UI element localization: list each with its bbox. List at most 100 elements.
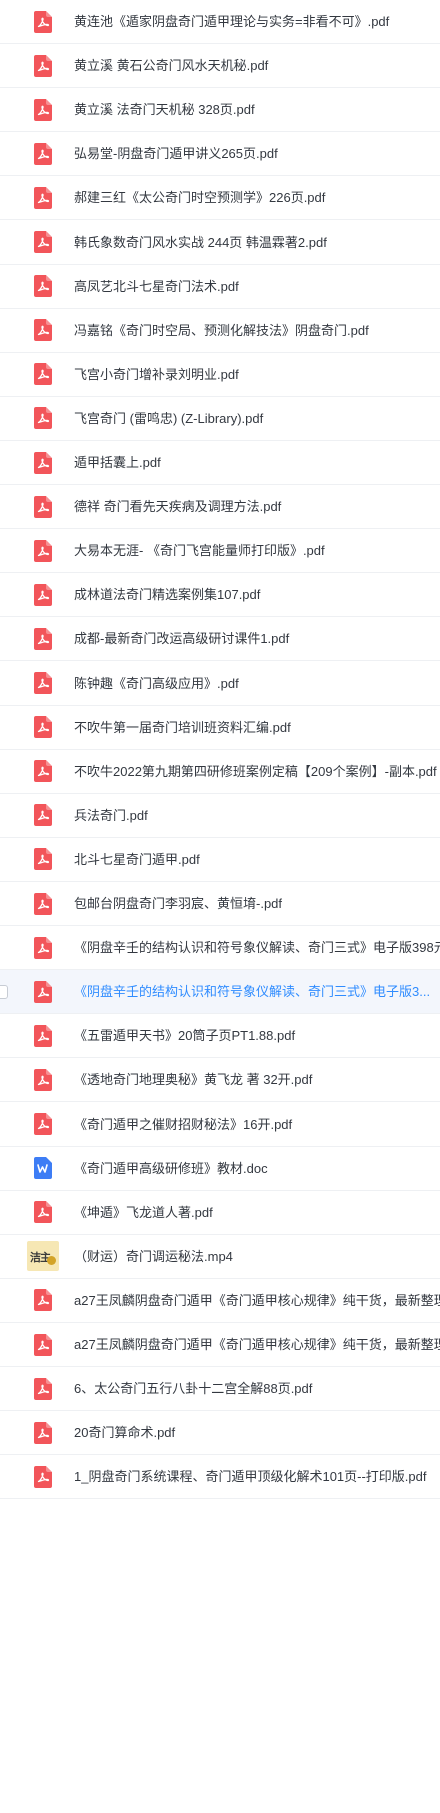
file-row[interactable]: 成林道法奇门精选案例集107.pdf bbox=[0, 573, 440, 618]
pdf-file-icon bbox=[34, 231, 52, 254]
pdf-file-icon bbox=[34, 1465, 52, 1488]
file-row[interactable]: 《坤遁》飞龙道人著.pdf bbox=[0, 1191, 440, 1235]
file-row[interactable]: 大易本无涯- 《奇门飞宫能量师打印版》.pdf bbox=[0, 529, 440, 574]
file-name[interactable]: 北斗七星奇门遁甲.pdf bbox=[74, 838, 200, 881]
file-name[interactable]: 《奇门遁甲之催财招财秘法》16开.pdf bbox=[74, 1103, 292, 1146]
file-name[interactable]: 遁甲括囊上.pdf bbox=[74, 441, 161, 484]
file-row[interactable]: 不吹牛2022第九期第四研修班案例定稿【209个案例】-副本.pdf bbox=[0, 750, 440, 794]
file-name[interactable]: 弘易堂-阴盘奇门遁甲讲义265页.pdf bbox=[74, 132, 278, 175]
file-row[interactable]: 洁主 （财运）奇门调运秘法.mp4 bbox=[0, 1235, 440, 1279]
file-name[interactable]: 成林道法奇门精选案例集107.pdf bbox=[74, 573, 260, 616]
pdf-file-icon bbox=[34, 1024, 52, 1047]
pdf-file-icon bbox=[34, 1068, 52, 1091]
pdf-file-icon bbox=[34, 1113, 52, 1136]
pdf-file-icon bbox=[34, 539, 52, 562]
file-row[interactable]: 不吹牛第一届奇门培训班资料汇编.pdf bbox=[0, 706, 440, 750]
file-row[interactable]: 遁甲括囊上.pdf bbox=[0, 441, 440, 486]
file-name[interactable]: 冯嘉铭《奇门时空局、预测化解技法》阴盘奇门.pdf bbox=[74, 309, 369, 352]
file-row[interactable]: 6、太公奇门五行八卦十二宫全解88页.pdf bbox=[0, 1367, 440, 1412]
file-name[interactable]: 大易本无涯- 《奇门飞宫能量师打印版》.pdf bbox=[74, 529, 325, 572]
file-row[interactable]: 北斗七星奇门遁甲.pdf bbox=[0, 838, 440, 882]
file-row[interactable]: 德祥 奇门看先天疾病及调理方法.pdf bbox=[0, 485, 440, 530]
pdf-file-icon bbox=[34, 936, 52, 959]
file-name[interactable]: 韩氏象数奇门风水实战 244页 韩温霖著2.pdf bbox=[74, 221, 327, 264]
file-row[interactable]: 黄立溪 法奇门天机秘 328页.pdf bbox=[0, 88, 440, 133]
file-name[interactable]: 不吹牛2022第九期第四研修班案例定稿【209个案例】-副本.pdf bbox=[74, 750, 437, 793]
file-row[interactable]: 20奇门算命术.pdf bbox=[0, 1411, 440, 1456]
pdf-file-icon bbox=[34, 892, 52, 915]
file-row[interactable]: 黄连池《遁家阴盘奇门遁甲理论与实务=非看不可》.pdf bbox=[0, 0, 440, 45]
file-name[interactable]: 《奇门遁甲高级研修班》教材.doc bbox=[74, 1147, 268, 1190]
pdf-file-icon bbox=[34, 1333, 52, 1356]
pdf-file-icon bbox=[34, 627, 52, 650]
file-row[interactable]: 弘易堂-阴盘奇门遁甲讲义265页.pdf bbox=[0, 132, 440, 177]
file-name[interactable]: 黄连池《遁家阴盘奇门遁甲理论与实务=非看不可》.pdf bbox=[74, 0, 389, 43]
pdf-file-icon bbox=[34, 583, 52, 606]
file-row[interactable]: 郝建三红《太公奇门时空预测学》226页.pdf bbox=[0, 176, 440, 221]
file-name[interactable]: 成都-最新奇门改运高级研讨课件1.pdf bbox=[74, 617, 289, 660]
file-name[interactable]: 《五雷遁甲天书》20筒子页PT1.88.pdf bbox=[74, 1014, 295, 1057]
file-row[interactable]: 1_阴盘奇门系统课程、奇门遁甲顶级化解术101页--打印版.pdf bbox=[0, 1455, 440, 1500]
pdf-file-icon bbox=[34, 407, 52, 430]
file-row[interactable]: 《奇门遁甲高级研修班》教材.doc bbox=[0, 1147, 440, 1191]
file-name[interactable]: 飞宫小奇门增补录刘明业.pdf bbox=[74, 353, 239, 396]
file-name[interactable]: 《阴盘辛壬的结构认识和符号象仪解读、奇门三式》电子版3... bbox=[74, 970, 430, 1013]
file-name[interactable]: 郝建三红《太公奇门时空预测学》226页.pdf bbox=[74, 176, 325, 219]
pdf-file-icon bbox=[34, 760, 52, 783]
row-checkbox[interactable] bbox=[0, 984, 8, 999]
file-name[interactable]: 包邮台阴盘奇门李羽宸、黄恒堉-.pdf bbox=[74, 882, 282, 925]
file-name[interactable]: 不吹牛第一届奇门培训班资料汇编.pdf bbox=[74, 706, 291, 749]
file-row[interactable]: 韩氏象数奇门风水实战 244页 韩温霖著2.pdf bbox=[0, 221, 440, 265]
file-row[interactable]: 包邮台阴盘奇门李羽宸、黄恒堉-.pdf bbox=[0, 882, 440, 927]
pdf-file-icon bbox=[34, 186, 52, 209]
file-name[interactable]: 1_阴盘奇门系统课程、奇门遁甲顶级化解术101页--打印版.pdf bbox=[74, 1455, 427, 1498]
file-row[interactable]: 《奇门遁甲之催财招财秘法》16开.pdf bbox=[0, 1103, 440, 1147]
file-row[interactable]: 陈钟趣《奇门高级应用》.pdf bbox=[0, 662, 440, 706]
file-name[interactable]: a27王凤麟阴盘奇门遁甲《奇门遁甲核心规律》纯干货，最新整理资料 bbox=[74, 1323, 440, 1366]
file-row[interactable]: 《透地奇门地理奥秘》黄飞龙 著 32开.pdf bbox=[0, 1058, 440, 1103]
file-row[interactable]: 飞宫小奇门增补录刘明业.pdf bbox=[0, 353, 440, 397]
file-name[interactable]: 德祥 奇门看先天疾病及调理方法.pdf bbox=[74, 485, 281, 528]
file-name[interactable]: 《阴盘辛壬的结构认识和符号象仪解读、奇门三式》电子版398元 55 bbox=[74, 926, 440, 969]
file-row[interactable]: 《阴盘辛壬的结构认识和符号象仪解读、奇门三式》电子版398元 55 bbox=[0, 926, 440, 971]
pdf-file-icon bbox=[34, 10, 52, 33]
file-name[interactable]: 高凤艺北斗七星奇门法术.pdf bbox=[74, 265, 239, 308]
file-row[interactable]: 飞宫奇门 (雷鸣忠) (Z-Library).pdf bbox=[0, 397, 440, 441]
pdf-file-icon bbox=[34, 804, 52, 827]
file-name[interactable]: 兵法奇门.pdf bbox=[74, 794, 148, 837]
pdf-file-icon bbox=[34, 848, 52, 871]
file-name[interactable]: 20奇门算命术.pdf bbox=[74, 1411, 175, 1454]
pdf-file-icon bbox=[34, 1377, 52, 1400]
pdf-file-icon bbox=[34, 980, 52, 1003]
file-row[interactable]: 兵法奇门.pdf bbox=[0, 794, 440, 838]
file-row[interactable]: 《阴盘辛壬的结构认识和符号象仪解读、奇门三式》电子版3... bbox=[0, 970, 440, 1015]
file-name[interactable]: 6、太公奇门五行八卦十二宫全解88页.pdf bbox=[74, 1367, 312, 1410]
file-row[interactable]: a27王凤麟阴盘奇门遁甲《奇门遁甲核心规律》纯干货，最新整理资料 bbox=[0, 1323, 440, 1368]
pdf-file-icon bbox=[34, 1421, 52, 1444]
file-name[interactable]: 陈钟趣《奇门高级应用》.pdf bbox=[74, 662, 239, 705]
file-row[interactable]: 冯嘉铭《奇门时空局、预测化解技法》阴盘奇门.pdf bbox=[0, 309, 440, 353]
file-row[interactable]: a27王凤麟阴盘奇门遁甲《奇门遁甲核心规律》纯干货，最新整理资料 bbox=[0, 1279, 440, 1323]
pdf-file-icon bbox=[34, 275, 52, 298]
file-row[interactable]: 成都-最新奇门改运高级研讨课件1.pdf bbox=[0, 617, 440, 662]
file-row[interactable]: 高凤艺北斗七星奇门法术.pdf bbox=[0, 265, 440, 309]
word-file-icon bbox=[34, 1157, 52, 1180]
pdf-file-icon bbox=[34, 495, 52, 518]
pdf-file-icon bbox=[34, 319, 52, 342]
pdf-file-icon bbox=[34, 142, 52, 165]
file-name[interactable]: 黄立溪 黄石公奇门风水天机秘.pdf bbox=[74, 44, 268, 87]
pdf-file-icon bbox=[34, 1289, 52, 1312]
file-name[interactable]: 《坤遁》飞龙道人著.pdf bbox=[74, 1191, 213, 1234]
file-name[interactable]: 飞宫奇门 (雷鸣忠) (Z-Library).pdf bbox=[74, 397, 263, 440]
file-name[interactable]: a27王凤麟阴盘奇门遁甲《奇门遁甲核心规律》纯干货，最新整理资料 bbox=[74, 1279, 440, 1322]
pdf-file-icon bbox=[34, 716, 52, 739]
file-row[interactable]: 《五雷遁甲天书》20筒子页PT1.88.pdf bbox=[0, 1014, 440, 1059]
file-name[interactable]: （财运）奇门调运秘法.mp4 bbox=[74, 1235, 233, 1278]
pdf-file-icon bbox=[34, 1201, 52, 1224]
pdf-file-icon bbox=[34, 672, 52, 695]
file-name[interactable]: 黄立溪 法奇门天机秘 328页.pdf bbox=[74, 88, 255, 131]
file-row[interactable]: 黄立溪 黄石公奇门风水天机秘.pdf bbox=[0, 44, 440, 89]
file-list: 黄连池《遁家阴盘奇门遁甲理论与实务=非看不可》.pdf 黄立溪 黄石公奇门风水天机… bbox=[0, 0, 440, 1813]
file-name[interactable]: 《透地奇门地理奥秘》黄飞龙 著 32开.pdf bbox=[74, 1058, 312, 1101]
pdf-file-icon bbox=[34, 451, 52, 474]
